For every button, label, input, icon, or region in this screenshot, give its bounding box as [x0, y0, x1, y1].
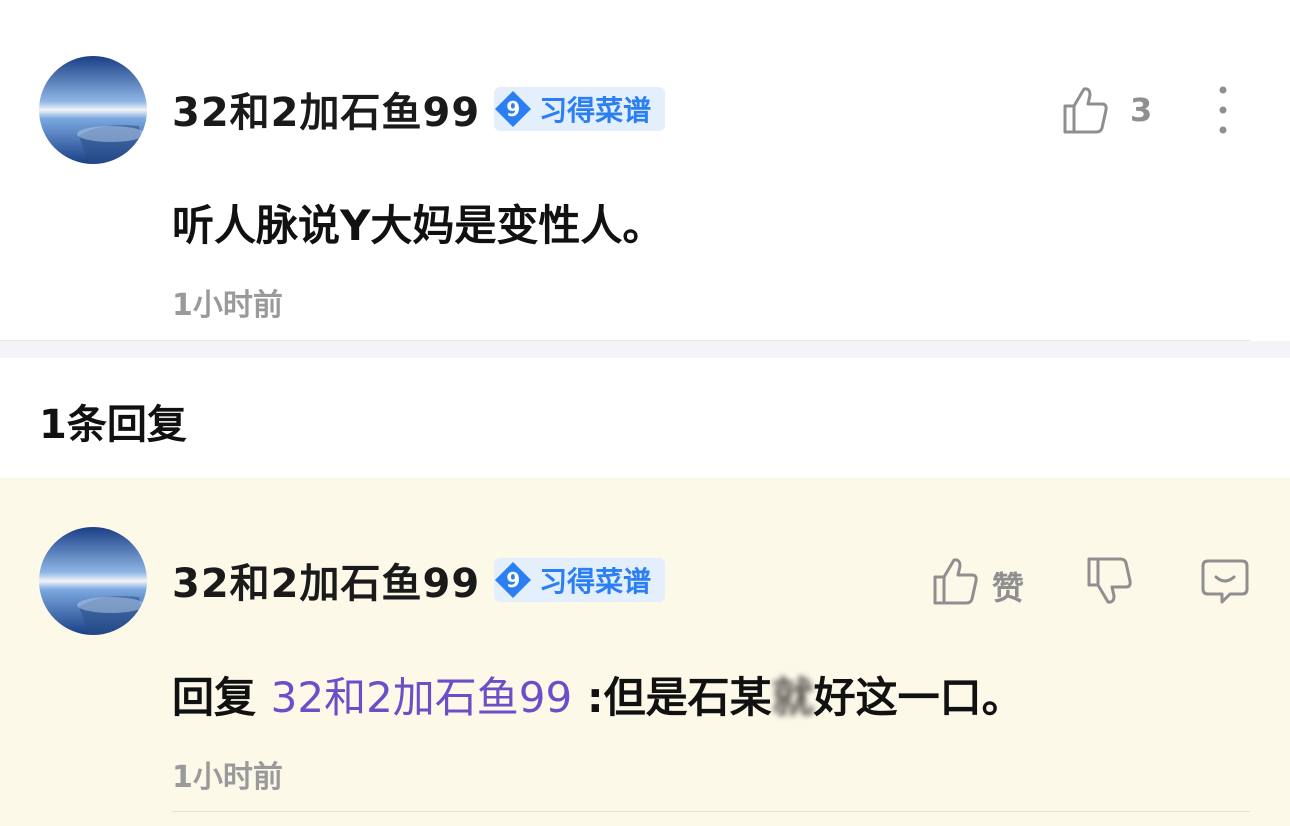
like-button[interactable]: 赞 [930, 555, 1024, 611]
avatar[interactable] [39, 527, 147, 635]
comment-reply-icon[interactable] [1200, 555, 1250, 607]
main-comment: 32和2加石鱼99 9 习得菜谱 3 听人脉说Y大妈是变性人。 1小时前 [0, 0, 1290, 340]
thumbs-down-icon[interactable] [1084, 555, 1134, 607]
user-badge[interactable]: 9 习得菜谱 [493, 558, 666, 602]
reply-time: 1小时前 [172, 760, 283, 795]
username[interactable]: 32和2加石鱼99 [172, 80, 480, 138]
section-gap [0, 341, 1290, 358]
comment-time: 1小时前 [172, 288, 283, 323]
reply-content: 回复 32和2加石鱼99 :但是石某就好这一口。 [172, 664, 1024, 725]
username[interactable]: 32和2加石鱼99 [172, 551, 480, 609]
user-badge[interactable]: 9 习得菜谱 [493, 87, 666, 131]
reply-text-end: 好这一口。 [813, 673, 1024, 722]
reply-to-username[interactable]: 32和2加石鱼99 [271, 673, 573, 722]
reply-prefix: 回复 [172, 673, 271, 722]
reply-count: 1条回复 [39, 402, 187, 448]
level-icon: 9 [493, 560, 533, 600]
user-row: 32和2加石鱼99 9 习得菜谱 [172, 84, 666, 136]
thumbs-up-icon [933, 558, 978, 605]
badge-text: 习得菜谱 [539, 565, 652, 598]
comment-content: 听人脉说Y大妈是变性人。 [172, 201, 665, 250]
avatar[interactable] [39, 56, 147, 164]
thumbs-up-icon [1063, 87, 1108, 134]
badge-level: 9 [506, 568, 521, 592]
like-label: 赞 [992, 569, 1025, 607]
badge-text: 习得菜谱 [539, 94, 652, 127]
like-button[interactable]: 3 [1060, 84, 1152, 136]
blurred-text: 就 [771, 673, 814, 722]
level-icon: 9 [493, 89, 533, 129]
more-vertical-icon[interactable] [1208, 84, 1238, 136]
reply-divider [172, 811, 1250, 812]
reply-comment: 32和2加石鱼99 9 习得菜谱 赞 回复 32和2加石鱼99:但是石某就好这… [0, 478, 1290, 826]
reply-text: :但是石某 [572, 673, 772, 722]
badge-level: 9 [506, 97, 521, 121]
like-count: 3 [1130, 91, 1153, 129]
user-row: 32和2加石鱼99 9 习得菜谱 [172, 555, 666, 607]
